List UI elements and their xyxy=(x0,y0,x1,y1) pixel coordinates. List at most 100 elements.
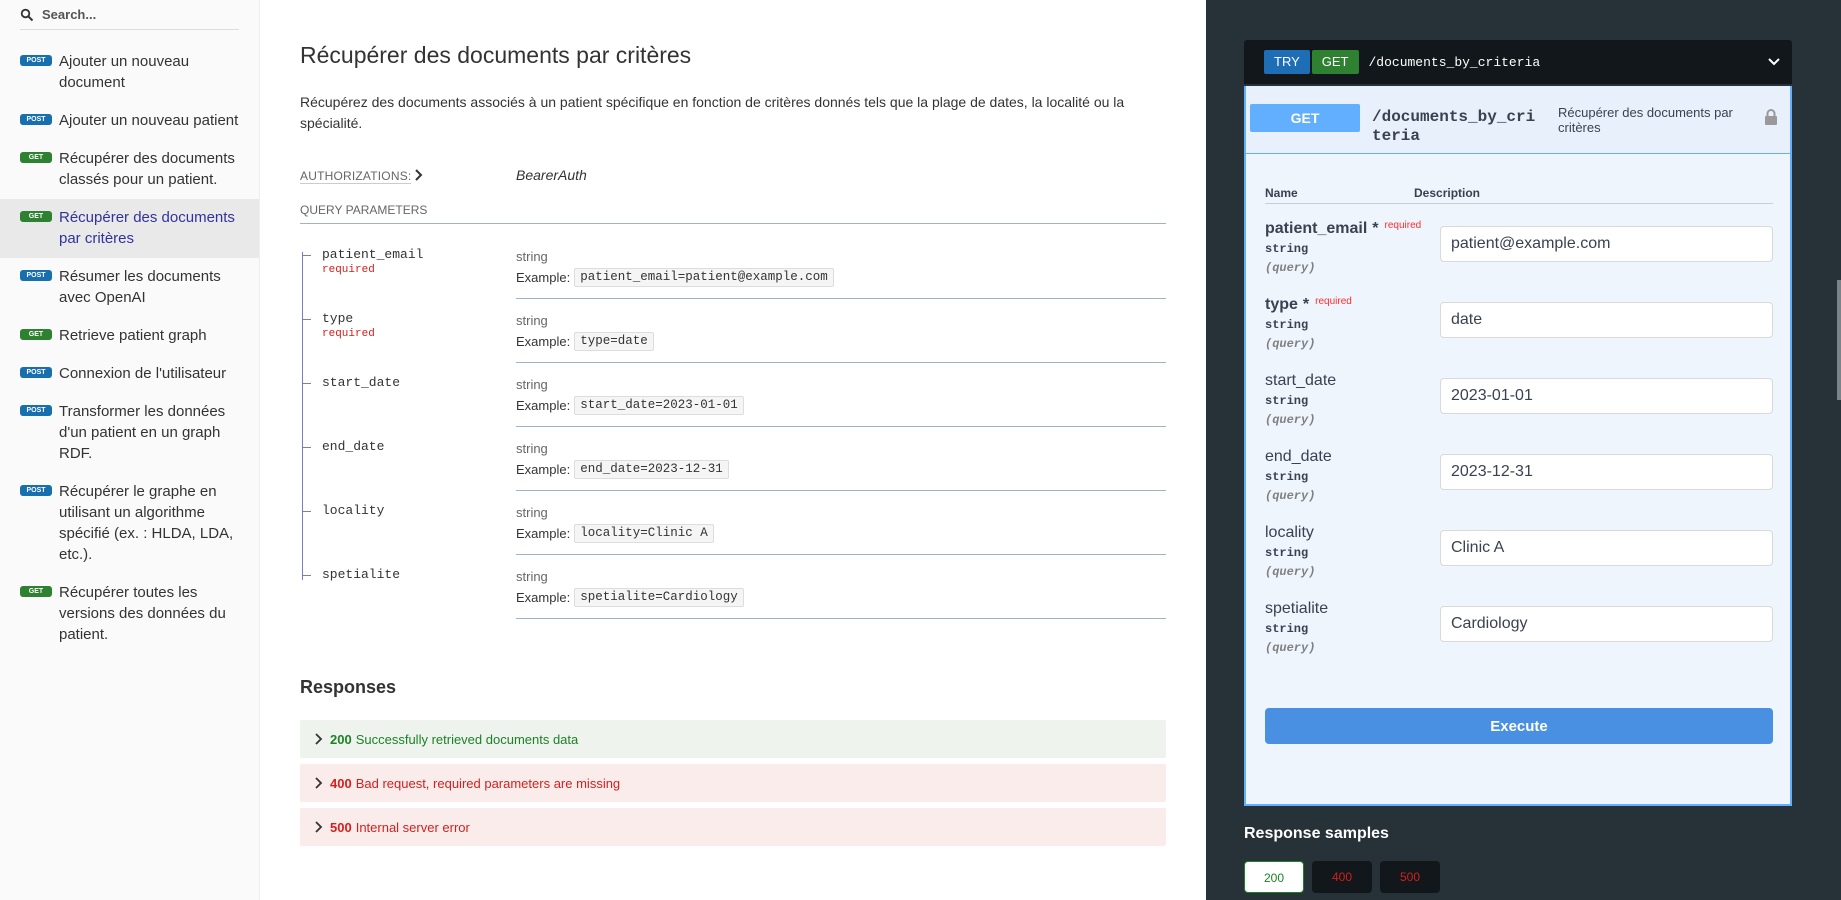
right-panel: TRY GET /documents_by_criteria GET /docu… xyxy=(1206,0,1841,900)
response-text: Bad request, required parameters are mis… xyxy=(355,775,621,791)
method-badge: GET xyxy=(20,586,52,597)
operation-docs: Récupérer des documents par critères Réc… xyxy=(300,0,1166,900)
param-row: locality string Example: locality=Clinic A xyxy=(300,500,1166,564)
response-samples-tabs: 200 400 500 xyxy=(1244,861,1440,893)
field-location: (query) xyxy=(1265,565,1316,579)
console-path: /documents_by_criteria xyxy=(1372,108,1536,145)
param-divider xyxy=(516,554,1166,555)
param-row: start_date string Example: start_date=2023-… xyxy=(300,372,1166,436)
response-text: Internal server error xyxy=(355,819,470,835)
field-input-start_date[interactable] xyxy=(1440,378,1773,414)
field-location: (query) xyxy=(1265,413,1316,427)
example-value: spetialite=Cardiology xyxy=(574,588,744,607)
execute-button[interactable]: Execute xyxy=(1265,708,1773,744)
chevron-down-icon[interactable] xyxy=(1768,56,1780,68)
param-type: string xyxy=(516,313,548,328)
sample-tab-400[interactable]: 400 xyxy=(1312,861,1372,893)
console-field-row: locality string (query) xyxy=(1265,524,1773,600)
sidebar-item-label: Récupérer des documents classés pour un … xyxy=(59,150,235,188)
tree-tick xyxy=(303,511,311,512)
field-input-spetialite[interactable] xyxy=(1440,606,1773,642)
query-parameters-heading: QUERY PARAMETERS xyxy=(300,203,1166,224)
chevron-right-icon[interactable] xyxy=(314,733,324,745)
try-console: GET /documents_by_criteria Récupérer des… xyxy=(1244,86,1792,806)
method-badge: GET xyxy=(20,211,52,222)
field-location: (query) xyxy=(1265,489,1316,503)
param-required: required xyxy=(322,328,375,340)
required-label: required xyxy=(1315,296,1352,307)
response-200[interactable]: 200 Successfully retrieved documents data xyxy=(300,720,1166,758)
sample-tab-200[interactable]: 200 xyxy=(1244,861,1304,893)
param-name: type xyxy=(322,311,354,326)
method-badge: GET xyxy=(20,329,52,340)
response-code: 500 xyxy=(330,819,352,835)
sidebar-item[interactable]: POST Récupérer le graphe en utilisant un … xyxy=(0,473,259,574)
console-summary: Récupérer des documents par critères xyxy=(1558,105,1733,135)
lock-icon[interactable] xyxy=(1764,108,1778,126)
authorizations-toggle[interactable]: AUTHORIZATIONS: xyxy=(300,169,412,184)
scrollbar[interactable] xyxy=(1837,0,1841,900)
response-400[interactable]: 400 Bad request, required parameters are … xyxy=(300,764,1166,802)
field-input-patient_email[interactable] xyxy=(1440,226,1773,262)
sidebar-item-label: Connexion de l'utilisateur xyxy=(59,365,227,382)
sidebar-item[interactable]: POST Ajouter un nouveau patient xyxy=(0,102,259,140)
tree-tick xyxy=(303,447,311,448)
param-type: string xyxy=(516,505,548,520)
sidebar-item[interactable]: GET Retrieve patient graph xyxy=(0,317,259,355)
sidebar-nav: POST Ajouter un nouveau document POST Ajout… xyxy=(0,43,259,654)
required-star: * xyxy=(1302,296,1310,313)
param-name: locality xyxy=(322,503,385,518)
method-badge: GET xyxy=(1311,50,1359,74)
sidebar-item[interactable]: POST Résumer les documents avec OpenAI xyxy=(0,258,259,317)
method-badge: POST xyxy=(20,55,52,66)
sidebar-item-label: Récupérer le graphe en utilisant un algo… xyxy=(59,483,234,563)
field-input-end_date[interactable] xyxy=(1440,454,1773,490)
chevron-right-icon[interactable] xyxy=(414,168,424,182)
field-input-locality[interactable] xyxy=(1440,530,1773,566)
field-name: spetialite xyxy=(1265,600,1328,618)
search-input[interactable] xyxy=(42,7,222,22)
field-type: string xyxy=(1265,470,1309,484)
sidebar-item[interactable]: POST Connexion de l'utilisateur xyxy=(0,355,259,393)
console-field-row: type * required string (query) xyxy=(1265,296,1773,372)
field-name: end_date xyxy=(1265,448,1332,466)
tree-tick xyxy=(303,319,311,320)
console-field-row: patient_email * required string (query) xyxy=(1265,220,1773,296)
sidebar-item-label: Ajouter un nouveau patient xyxy=(59,112,239,129)
sidebar-item[interactable]: GET Récupérer toutes les versions des don… xyxy=(0,574,259,654)
try-button[interactable]: TRY xyxy=(1264,50,1310,74)
method-badge: GET xyxy=(20,152,52,163)
try-bar: TRY GET /documents_by_criteria xyxy=(1244,40,1792,84)
search-bar xyxy=(20,0,239,30)
param-name: spetialite xyxy=(322,567,401,582)
param-example: Example: type=date xyxy=(516,332,654,351)
authorizations-row: AUTHORIZATIONS: BearerAuth xyxy=(300,166,1166,188)
sample-tab-500[interactable]: 500 xyxy=(1380,861,1440,893)
console-columns: Name Description xyxy=(1265,186,1773,204)
field-name: patient_email * required xyxy=(1265,220,1421,238)
param-divider xyxy=(516,426,1166,427)
field-location: (query) xyxy=(1265,641,1316,655)
method-badge: POST xyxy=(20,405,52,416)
operation-description: Récupérez des documents associés à un pa… xyxy=(300,94,1125,131)
console-field-row: start_date string (query) xyxy=(1265,372,1773,448)
param-name: start_date xyxy=(322,375,401,390)
sidebar-item-label: Récupérer toutes les versions des donnée… xyxy=(59,584,226,643)
method-badge: POST xyxy=(20,114,52,125)
param-divider xyxy=(516,618,1166,619)
field-name-text: end_date xyxy=(1265,448,1332,465)
param-example: Example: patient_email=patient@example.co… xyxy=(516,268,834,287)
example-value: start_date=2023-01-01 xyxy=(574,396,744,415)
sidebar-item[interactable]: GET Récupérer des documents classés pour … xyxy=(0,140,259,199)
response-500[interactable]: 500 Internal server error xyxy=(300,808,1166,846)
sidebar-item[interactable]: POST Transformer les données d'un patient… xyxy=(0,393,259,473)
responses-heading: Responses xyxy=(300,677,397,697)
sidebar-item[interactable]: POST Ajouter un nouveau document xyxy=(0,43,259,102)
field-input-type[interactable] xyxy=(1440,302,1773,338)
chevron-right-icon[interactable] xyxy=(314,777,324,789)
example-value: end_date=2023-12-31 xyxy=(574,460,729,479)
chevron-right-icon[interactable] xyxy=(314,821,324,833)
field-name-text: start_date xyxy=(1265,372,1337,389)
required-star: * xyxy=(1372,220,1379,237)
sidebar-item[interactable]: GET Récupérer des documents par critères xyxy=(0,199,259,258)
